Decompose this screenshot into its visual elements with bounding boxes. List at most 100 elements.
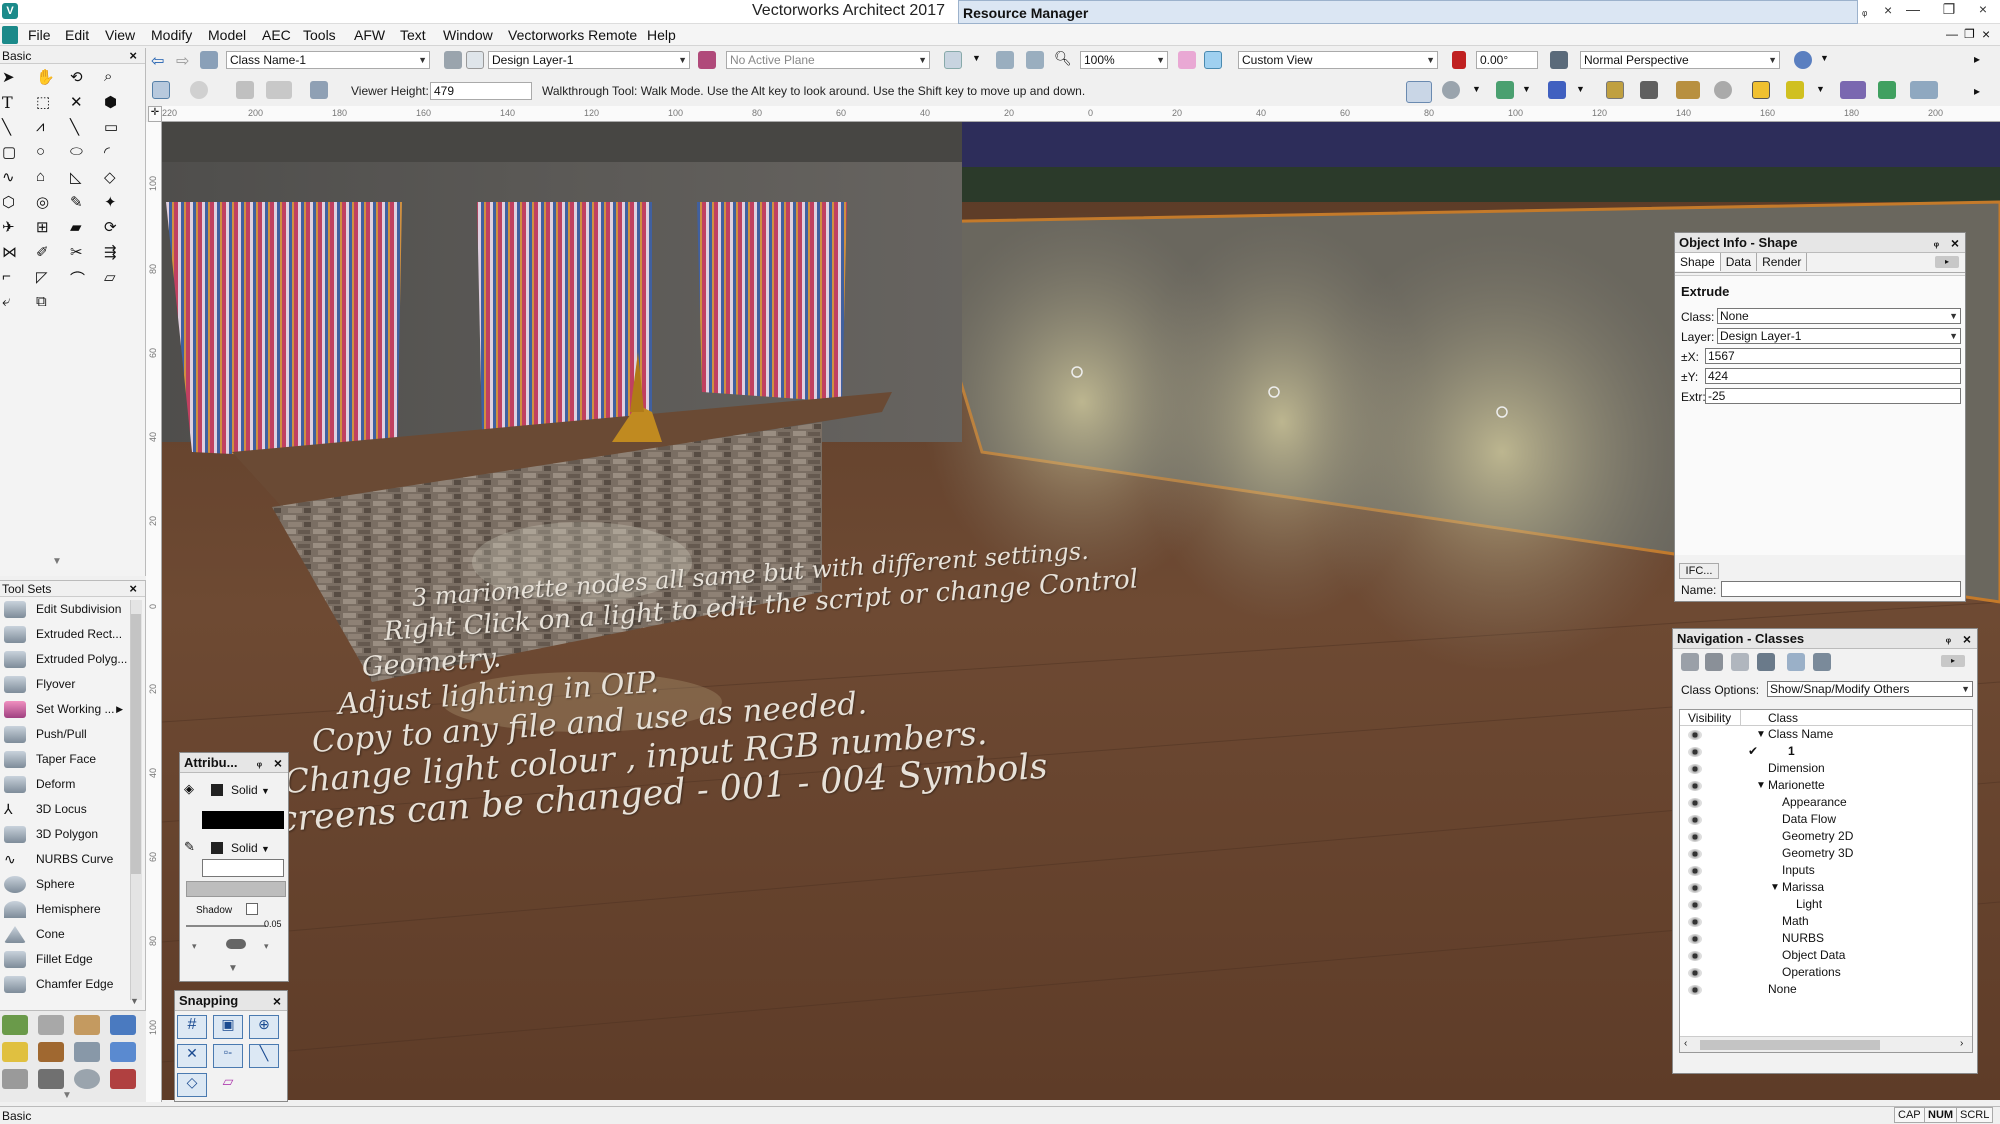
pen-color-bar[interactable] xyxy=(202,859,284,877)
projection-dropdown[interactable]: Normal Perspective ▼ xyxy=(1580,51,1780,69)
class-tree-row[interactable]: Dimension xyxy=(1680,760,1972,777)
class-tree-row[interactable]: Object Data xyxy=(1680,947,1972,964)
magic-wand-icon[interactable]: ✦ xyxy=(104,193,138,218)
chevron-down-icon[interactable]: ▼ xyxy=(972,53,981,63)
rectangle-tool-icon[interactable]: ▭ xyxy=(104,118,138,143)
fill-color-bar[interactable] xyxy=(202,811,284,829)
tool-sphere[interactable]: Sphere xyxy=(0,872,145,897)
pin-icon[interactable]: ᵩ xyxy=(1934,233,1939,253)
references-icon[interactable] xyxy=(1813,653,1831,671)
active-plane-dropdown[interactable]: No Active Plane ▼ xyxy=(726,51,930,69)
visibility-eye-icon[interactable] xyxy=(1688,764,1702,774)
palette-collapse-arrow-icon[interactable]: ▼ xyxy=(228,963,238,974)
mirror-tool-icon[interactable]: ⋈ xyxy=(2,243,36,268)
visibility-eye-icon[interactable] xyxy=(1688,883,1702,893)
layer-dropdown[interactable]: Design Layer-1 ▼ xyxy=(488,51,690,69)
standard-view-icon[interactable] xyxy=(1204,51,1222,69)
rounded-rect-icon[interactable]: ▢ xyxy=(2,143,36,168)
y-input[interactable]: 424 xyxy=(1705,368,1961,384)
polyline-tool-icon[interactable]: ⩘ xyxy=(36,118,70,143)
category-building-icon[interactable] xyxy=(38,1015,64,1035)
class-tree-row[interactable]: ✔ 1 xyxy=(1680,743,1972,760)
attributes-close-button[interactable]: × xyxy=(274,753,282,773)
zoom-objects-icon[interactable] xyxy=(1026,51,1044,69)
rotate-tool-icon[interactable]: ⟳ xyxy=(104,218,138,243)
layers-view-icon[interactable] xyxy=(1705,653,1723,671)
tool-sets-close-button[interactable]: × xyxy=(129,581,137,597)
palette-menu-icon[interactable]: ▸ xyxy=(1935,256,1959,268)
wedge-icon[interactable]: ◺ xyxy=(70,168,104,193)
zoom-tool-icon[interactable] xyxy=(1406,81,1432,103)
chevron-down-icon[interactable]: ▼ xyxy=(1816,84,1825,94)
category-furniture-icon[interactable] xyxy=(74,1015,100,1035)
saved-views-icon[interactable] xyxy=(1787,653,1805,671)
layer-icon[interactable] xyxy=(444,51,462,69)
visibility-eye-icon[interactable] xyxy=(1688,781,1702,791)
freehand-tool-icon[interactable]: ∿ xyxy=(2,168,36,193)
visibility-eye-icon[interactable] xyxy=(1688,798,1702,808)
tab-shape[interactable]: Shape xyxy=(1675,253,1721,271)
menu-help[interactable]: Help xyxy=(645,24,678,46)
classes-view-icon[interactable] xyxy=(1681,653,1699,671)
fill-swatch-icon[interactable] xyxy=(211,784,223,796)
shadow-checkbox[interactable] xyxy=(246,903,258,915)
scroll-left-arrow-icon[interactable]: ‹ xyxy=(1684,1038,1687,1049)
tool-deform[interactable]: Deform xyxy=(0,772,145,797)
category-gear-icon[interactable] xyxy=(74,1069,100,1089)
class-tree-row[interactable]: ▼ Marionette xyxy=(1680,777,1972,794)
oval-tool-icon[interactable]: ⬭ xyxy=(70,143,104,168)
tool-taper-face[interactable]: Taper Face xyxy=(0,747,145,772)
lighting-options-icon[interactable] xyxy=(1794,51,1812,69)
visibility-eye-icon[interactable] xyxy=(1688,985,1702,995)
walkthrough-preferences-icon[interactable] xyxy=(310,81,328,99)
tool-chamfer-edge[interactable]: Chamfer Edge xyxy=(0,972,145,997)
zoom-magnifier-icon[interactable]: 🔍︎ xyxy=(1054,50,1072,67)
tool-set-working-plane[interactable]: Set Working ... ▶ xyxy=(0,697,145,722)
class-tree-row[interactable]: None xyxy=(1680,981,1972,998)
category-site-icon[interactable] xyxy=(2,1015,28,1035)
class-tree-row[interactable]: Operations xyxy=(1680,964,1972,981)
menu-file[interactable]: File xyxy=(26,24,53,46)
pin-icon[interactable]: ᵩ xyxy=(1862,4,1867,18)
minimize-button[interactable]: — xyxy=(1896,0,1930,20)
class-tree-row[interactable]: Geometry 2D xyxy=(1680,828,1972,845)
class-tree-row[interactable]: Appearance xyxy=(1680,794,1972,811)
chevron-down-icon[interactable]: ▼ xyxy=(1472,84,1481,94)
trim-tool-icon[interactable]: ⌒ xyxy=(70,268,104,293)
move-updown-icon[interactable] xyxy=(236,81,254,99)
view-icon[interactable] xyxy=(1178,51,1196,69)
menu-edit[interactable]: Edit xyxy=(63,24,91,46)
tool-nurbs-curve[interactable]: ∿ NURBS Curve xyxy=(0,847,145,872)
snap-grid-icon[interactable]: # xyxy=(177,1015,207,1039)
expand-toggle-icon[interactable]: ▼ xyxy=(1756,726,1766,743)
scroll-right-arrow-icon[interactable]: › xyxy=(1960,1038,1963,1049)
marquee-tool-icon[interactable]: ⬚ xyxy=(36,93,70,118)
pen-swatch-icon[interactable] xyxy=(211,842,223,854)
line-tool-icon[interactable]: ╲ xyxy=(2,118,36,143)
visibility-eye-icon[interactable] xyxy=(1688,934,1702,944)
menu-window[interactable]: Window xyxy=(441,24,495,46)
tool-3d-polygon[interactable]: 3D Polygon xyxy=(0,822,145,847)
pan-tool-icon[interactable]: ✋ xyxy=(36,68,70,93)
plane-icon[interactable] xyxy=(698,51,716,69)
scroll-thumb[interactable] xyxy=(131,614,141,874)
look-around-icon[interactable] xyxy=(190,81,208,99)
class-icon[interactable] xyxy=(200,51,218,69)
sphere-icon[interactable] xyxy=(1714,81,1732,99)
polygon-tool-icon[interactable]: ⌂ xyxy=(36,168,70,193)
paint-bucket-icon[interactable]: ▰ xyxy=(70,218,104,243)
eyedropper-2-icon[interactable]: ✐ xyxy=(36,243,70,268)
menu-text[interactable]: Text xyxy=(398,24,428,46)
app-menu-icon[interactable] xyxy=(2,26,18,44)
viewports-icon[interactable] xyxy=(1757,653,1775,671)
expand-toggle-icon[interactable]: ▼ xyxy=(1756,777,1766,794)
category-detail-icon[interactable] xyxy=(38,1042,64,1062)
render-icon[interactable] xyxy=(1548,81,1566,99)
visibility-column-header[interactable]: Visibility xyxy=(1688,711,1731,725)
class-options-dropdown[interactable]: Show/Snap/Modify Others ▼ xyxy=(1767,681,1973,697)
tool-cone[interactable]: Cone xyxy=(0,922,145,947)
x-tool-icon[interactable]: ✕ xyxy=(70,93,104,118)
menu-afw[interactable]: AFW xyxy=(352,24,387,46)
menu-view[interactable]: View xyxy=(103,24,137,46)
snap-angle-icon[interactable]: ⊕ xyxy=(249,1015,279,1039)
